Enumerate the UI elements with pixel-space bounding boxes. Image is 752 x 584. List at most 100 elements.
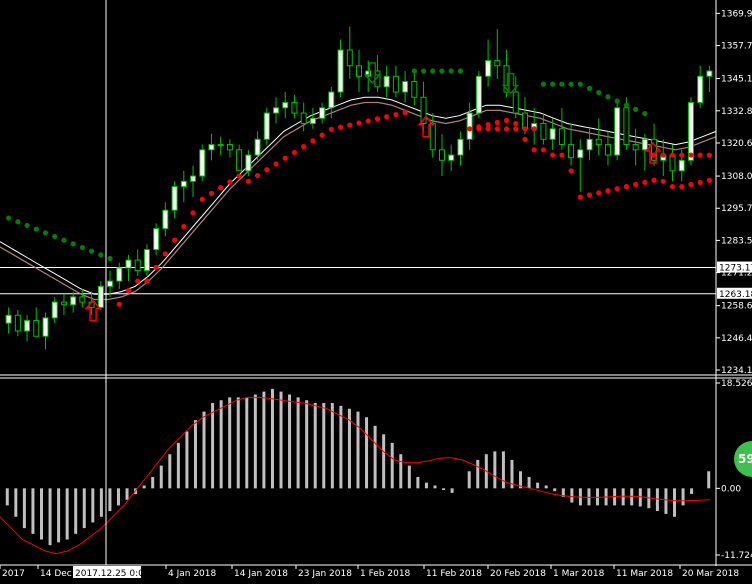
stop-dot-up — [319, 132, 325, 138]
price-tick-label: 1308.00 — [721, 172, 752, 182]
stop-dot-down — [70, 241, 76, 247]
candle-body — [448, 154, 455, 161]
time-tick-label: 20 Mar 2018 — [682, 569, 739, 579]
candle-body — [245, 154, 252, 172]
price-tick-label: 1369.95 — [721, 9, 752, 19]
stop-dot-down — [633, 106, 639, 112]
candle-body — [199, 149, 206, 177]
stop-dot-up — [568, 168, 574, 174]
candle-body — [79, 296, 86, 303]
candle-body — [697, 75, 704, 104]
stop-dot-up — [254, 172, 261, 179]
stop-dot-down — [24, 222, 30, 229]
candle-body — [494, 60, 501, 67]
stop-dot-up — [522, 126, 528, 132]
candle-body — [273, 107, 280, 114]
stop-dot-up — [513, 120, 519, 127]
candle-body — [457, 138, 464, 156]
candle-body — [153, 228, 160, 251]
stop-dot-up — [153, 264, 159, 271]
candle-body — [328, 91, 335, 109]
time-tick-label: 2017 — [2, 569, 25, 579]
time-tick-label: 11 Mar 2018 — [616, 569, 673, 579]
level-label: 1273.17 — [719, 264, 752, 274]
stop-dot-up — [669, 183, 676, 190]
candle-body — [466, 112, 473, 140]
stop-dot-up — [218, 185, 224, 191]
candle-body — [291, 102, 298, 114]
candle-body — [143, 249, 150, 272]
candle-body — [411, 81, 418, 98]
stop-dot-down — [586, 85, 593, 91]
macd-tick-label: 0.00 — [721, 484, 741, 494]
stop-dot-down — [623, 102, 630, 108]
stop-dot-up — [135, 278, 141, 284]
price-tick-label: 1332.85 — [721, 107, 752, 117]
stop-dot-up — [577, 194, 583, 200]
candle-body — [217, 144, 224, 147]
stop-dot-down — [107, 255, 113, 262]
stop-dot-down — [411, 68, 417, 74]
stop-dot-up — [531, 126, 537, 132]
stop-dot-up — [697, 152, 703, 158]
candle-body — [558, 128, 565, 146]
candle-body — [595, 138, 602, 146]
stop-dot-up — [669, 152, 676, 158]
stop-dot-up — [264, 167, 270, 173]
candle-body — [549, 128, 556, 140]
price-tick-label: 1320.60 — [721, 139, 752, 149]
stop-dot-up — [697, 179, 703, 185]
stop-dot-up — [540, 147, 547, 153]
candle-body — [356, 65, 362, 77]
crosshair-label: 2017.12.25 0:00 — [75, 569, 150, 579]
trading-chart[interactable]: 1369.95 1357.70 1345.15 1332.85 1320.60 1308.… — [0, 0, 752, 584]
candle-body — [33, 319, 40, 337]
candle-body — [512, 91, 519, 114]
stop-dot-up — [227, 179, 233, 185]
candle-body — [641, 138, 648, 151]
stop-dot-down — [642, 110, 648, 117]
candle-body — [14, 314, 21, 332]
stop-dot-up — [291, 149, 298, 156]
stop-dot-up — [522, 136, 528, 142]
stop-dot-up — [365, 118, 371, 124]
candle-body — [623, 107, 630, 146]
stop-dot-up — [559, 152, 565, 158]
price-tick-label: 1258.65 — [721, 302, 752, 312]
time-tick-label: 14 Jan 2018 — [234, 569, 288, 579]
candle-body — [309, 117, 316, 125]
candle-body — [632, 144, 639, 151]
stop-dot-down — [439, 68, 445, 74]
stop-dot-up — [208, 190, 215, 196]
stop-dot-up — [679, 183, 685, 190]
candle-body — [383, 75, 390, 88]
candle-body — [485, 60, 492, 77]
time-tick-label: 20 Feb 2018 — [490, 569, 546, 579]
stop-dot-down — [550, 81, 556, 87]
candle-body — [190, 175, 197, 182]
stop-dot-up — [171, 237, 178, 243]
stop-dot-up — [347, 122, 353, 128]
stop-dot-up — [706, 177, 712, 183]
candle-body — [254, 138, 261, 156]
stop-dot-up — [384, 114, 390, 120]
stop-dot-up — [679, 152, 685, 158]
stop-dot-up — [494, 126, 500, 132]
stop-dot-up — [144, 278, 150, 284]
stop-dot-up — [282, 155, 288, 161]
time-tick-label: 1 Mar 2018 — [553, 569, 605, 579]
stop-dot-up — [706, 152, 712, 158]
candle-body — [42, 317, 49, 337]
price-tick-label: 1295.75 — [721, 204, 752, 214]
time-tick-label: 1 Feb 2018 — [360, 569, 411, 579]
stop-dot-up — [236, 173, 242, 179]
candle-body — [116, 267, 123, 282]
stop-dot-up — [531, 147, 537, 153]
stop-dot-up — [402, 109, 408, 116]
stop-dot-down — [6, 215, 12, 221]
macd-tick-label: -11.724 — [721, 551, 752, 561]
candle-body — [337, 49, 344, 93]
candle-body — [51, 301, 58, 319]
candle-body — [568, 144, 575, 159]
price-tick-label: 1246.40 — [721, 334, 752, 344]
